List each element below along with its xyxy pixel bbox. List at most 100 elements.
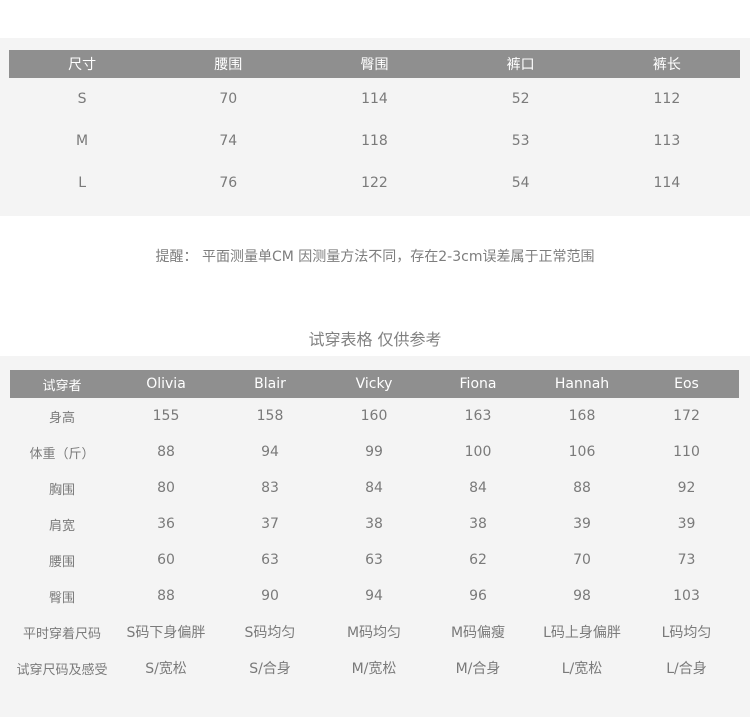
size-header-cell: 尺寸 bbox=[9, 50, 156, 78]
row-label: 身高 bbox=[48, 410, 75, 426]
try-on-cell: M码均匀 bbox=[346, 625, 402, 641]
try-on-header-cell: Eos bbox=[634, 370, 739, 398]
try-on-cell: 88 bbox=[157, 444, 175, 460]
try-on-cell: S码均匀 bbox=[244, 625, 296, 641]
try-on-cell: 106 bbox=[568, 444, 596, 460]
size-cell: 52 bbox=[511, 91, 530, 107]
try-on-cell: 60 bbox=[157, 552, 175, 568]
row-label: 体重（斤） bbox=[29, 446, 95, 462]
try-on-cell: 168 bbox=[568, 408, 596, 424]
size-cell: 76 bbox=[219, 175, 238, 191]
try-on-cell: 62 bbox=[469, 552, 487, 568]
size-cell: 54 bbox=[511, 175, 530, 191]
try-on-cell: 39 bbox=[677, 516, 696, 532]
size-chart-header-row: 尺寸 腰围 臀围 裤口 裤长 bbox=[9, 50, 740, 78]
try-on-cell: 99 bbox=[365, 444, 383, 460]
try-on-cell: 38 bbox=[365, 516, 383, 532]
measurement-note: 提醒： 平面测量单CM 因测量方法不同，存在2-3cm误差属于正常范围 bbox=[155, 249, 595, 265]
table-row: 臀围 88 90 94 96 98 103 bbox=[10, 578, 739, 614]
size-cell: 53 bbox=[511, 133, 530, 149]
try-on-cell: 37 bbox=[261, 516, 279, 532]
size-cell: S bbox=[77, 91, 87, 107]
try-on-cell: 96 bbox=[469, 588, 487, 604]
try-on-cell: 110 bbox=[673, 444, 700, 460]
row-label: 试穿尺码及感受 bbox=[16, 662, 108, 678]
try-on-cell: 155 bbox=[152, 408, 180, 424]
try-on-cell: 63 bbox=[261, 552, 279, 568]
try-on-cell: L码上身偏胖 bbox=[543, 625, 621, 641]
size-chart-table: 尺寸 腰围 臀围 裤口 裤长 S 70 114 52 112 M 74 118 … bbox=[9, 50, 740, 204]
size-header-cell: 裤口 bbox=[447, 50, 594, 78]
try-on-cell: 158 bbox=[256, 408, 284, 424]
try-on-header-cell: 试穿者 bbox=[10, 370, 114, 398]
try-on-cell: 39 bbox=[573, 516, 591, 532]
try-on-cell: S/合身 bbox=[249, 661, 291, 677]
size-cell: 114 bbox=[361, 91, 388, 107]
try-on-header-cell: Hannah bbox=[530, 370, 634, 398]
size-cell: 74 bbox=[219, 133, 238, 149]
try-on-header-cell: Blair bbox=[218, 370, 322, 398]
table-row: 身高 155 158 160 163 168 172 bbox=[10, 398, 739, 434]
try-on-cell: S/宽松 bbox=[145, 661, 187, 677]
table-row: L 76 122 54 114 bbox=[9, 162, 740, 204]
table-row: M 74 118 53 113 bbox=[9, 120, 740, 162]
size-cell: M bbox=[76, 133, 89, 149]
row-label: 肩宽 bbox=[48, 518, 75, 534]
try-on-cell: 160 bbox=[360, 408, 388, 424]
try-on-cell: 98 bbox=[573, 588, 591, 604]
try-on-cell: 70 bbox=[573, 552, 591, 568]
table-row: 平时穿着尺码 S码下身偏胖 S码均匀 M码均匀 M码偏瘦 L码上身偏胖 L码均匀 bbox=[10, 614, 739, 650]
size-cell: 114 bbox=[653, 175, 681, 191]
size-cell: 113 bbox=[653, 133, 681, 149]
try-on-title: 试穿表格 仅供参考 bbox=[308, 330, 442, 349]
try-on-cell: 94 bbox=[261, 444, 279, 460]
size-header-cell: 腰围 bbox=[155, 50, 302, 78]
try-on-cell: L/合身 bbox=[666, 661, 707, 677]
try-on-cell: 92 bbox=[677, 480, 696, 496]
row-label: 平时穿着尺码 bbox=[22, 626, 101, 642]
try-on-cell: 163 bbox=[464, 408, 492, 424]
try-on-header-row: 试穿者 Olivia Blair Vicky Fiona Hannah Eos bbox=[10, 370, 739, 398]
table-row: 试穿尺码及感受 S/宽松 S/合身 M/宽松 M/合身 L/宽松 L/合身 bbox=[10, 650, 739, 686]
try-on-cell: S码下身偏胖 bbox=[126, 625, 206, 641]
table-row: S 70 114 52 112 bbox=[9, 78, 740, 120]
try-on-cell: 88 bbox=[573, 480, 591, 496]
try-on-header-cell: Fiona bbox=[426, 370, 530, 398]
table-row: 胸围 80 83 84 84 88 92 bbox=[10, 470, 739, 506]
try-on-cell: 36 bbox=[157, 516, 175, 532]
try-on-header-cell: Vicky bbox=[322, 370, 426, 398]
row-label: 胸围 bbox=[48, 482, 75, 498]
try-on-cell: 83 bbox=[261, 480, 279, 496]
try-on-cell: L/宽松 bbox=[561, 661, 603, 677]
try-on-cell: 94 bbox=[365, 588, 383, 604]
table-row: 肩宽 36 37 38 38 39 39 bbox=[10, 506, 739, 542]
try-on-cell: 103 bbox=[673, 588, 700, 604]
row-label: 臀围 bbox=[48, 590, 75, 606]
try-on-cell: 84 bbox=[469, 480, 487, 496]
row-label: 腰围 bbox=[48, 554, 75, 570]
try-on-cell: 172 bbox=[673, 408, 700, 424]
try-on-table: 试穿者 Olivia Blair Vicky Fiona Hannah Eos … bbox=[10, 370, 739, 686]
size-cell: 118 bbox=[361, 133, 388, 149]
try-on-cell: 88 bbox=[157, 588, 175, 604]
try-on-cell: M/宽松 bbox=[351, 661, 397, 677]
table-row: 腰围 60 63 63 62 70 73 bbox=[10, 542, 739, 578]
try-on-cell: 90 bbox=[261, 588, 279, 604]
try-on-cell: 38 bbox=[469, 516, 487, 532]
try-on-cell: 84 bbox=[365, 480, 383, 496]
size-cell: 122 bbox=[361, 175, 388, 191]
try-on-panel: 试穿者 Olivia Blair Vicky Fiona Hannah Eos … bbox=[0, 356, 750, 717]
size-cell: L bbox=[78, 175, 86, 191]
size-cell: 112 bbox=[653, 91, 681, 107]
try-on-header-cell: Olivia bbox=[114, 370, 218, 398]
try-on-cell: M码偏瘦 bbox=[450, 625, 506, 641]
size-header-cell: 裤长 bbox=[593, 50, 740, 78]
try-on-cell: M/合身 bbox=[455, 661, 501, 677]
try-on-cell: 63 bbox=[365, 552, 383, 568]
size-cell: 70 bbox=[219, 91, 238, 107]
try-on-cell: 80 bbox=[157, 480, 175, 496]
size-header-cell: 臀围 bbox=[301, 50, 448, 78]
try-on-cell: 100 bbox=[464, 444, 492, 460]
try-on-cell: L码均匀 bbox=[661, 625, 712, 641]
try-on-cell: 73 bbox=[677, 552, 696, 568]
